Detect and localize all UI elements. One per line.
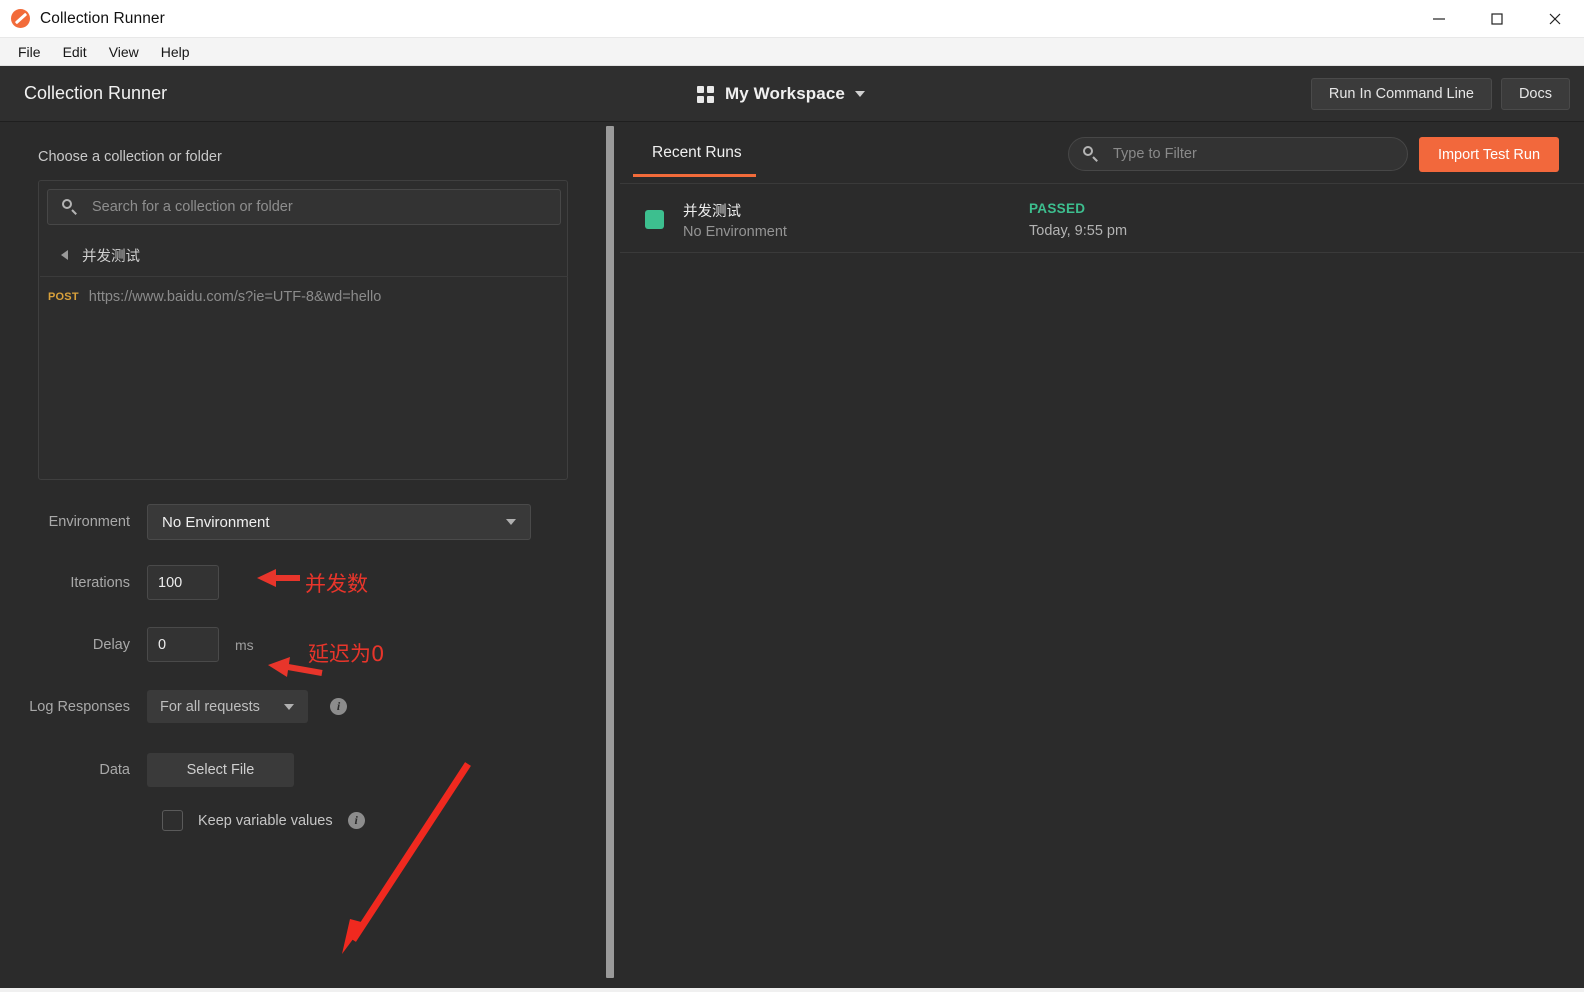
collection-search-field[interactable] (47, 189, 561, 225)
menubar: File Edit View Help (0, 38, 1584, 66)
log-responses-select[interactable]: For all requests (147, 690, 308, 723)
status-square-icon (645, 210, 664, 229)
info-icon[interactable]: i (347, 812, 365, 829)
log-responses-label: Log Responses (29, 698, 130, 715)
delay-label: Delay (92, 636, 130, 653)
info-icon[interactable]: i (330, 698, 347, 715)
run-in-command-line-button[interactable]: Run In Command Line (1310, 78, 1492, 110)
collection-runner-window: Collection Runner File Edit View Help Co… (0, 0, 1584, 992)
chevron-down-icon (506, 519, 516, 525)
chevron-down-icon (854, 91, 865, 97)
iterations-row: Iterations (0, 565, 219, 600)
environment-value: No Environment (162, 513, 270, 531)
import-test-run-button[interactable]: Import Test Run (1419, 137, 1559, 172)
filter-input[interactable] (1111, 145, 1385, 163)
run-environment: No Environment (683, 224, 787, 240)
page-title: Collection Runner (24, 83, 168, 103)
recent-run-row[interactable]: 并发测试 No Environment PASSED Today, 9:55 p… (620, 184, 1584, 253)
window-bottom-edge (0, 988, 1584, 992)
annotation-text-delay: 延迟为0 (308, 642, 385, 666)
status-badge: PASSED (1029, 201, 1086, 216)
window-controls (1410, 0, 1584, 38)
close-icon[interactable] (1526, 0, 1584, 38)
recent-runs-toolbar: Recent Runs Import Test Run (620, 122, 1584, 184)
window-titlebar: Collection Runner (0, 0, 1584, 38)
collection-name: 并发测试 (82, 248, 140, 265)
tab-active-indicator (633, 174, 756, 177)
delay-row: Delay ms (0, 627, 254, 662)
request-list-item[interactable]: POST https://www.baidu.com/s?ie=UTF-8&wd… (40, 277, 568, 317)
chevron-down-icon (284, 703, 294, 710)
postman-logo-icon (11, 9, 30, 28)
menu-item-edit[interactable]: Edit (53, 42, 97, 62)
menu-item-help[interactable]: Help (151, 42, 200, 62)
keep-variable-values-checkbox[interactable] (162, 810, 183, 831)
app-header: Collection Runner My Workspace Run In Co… (0, 66, 1584, 122)
data-label: Data (99, 762, 130, 778)
workspace-selector[interactable]: My Workspace (697, 80, 865, 108)
menu-item-view[interactable]: View (99, 42, 149, 62)
log-responses-value: For all requests (160, 698, 260, 715)
request-method-label: POST (48, 291, 79, 303)
header-actions: Run In Command Line Docs (1310, 78, 1570, 110)
run-timestamp: Today, 9:55 pm (1029, 223, 1128, 239)
window-title: Collection Runner (40, 9, 165, 27)
delay-unit-label: ms (235, 636, 254, 653)
keep-variable-values-row: Keep variable values i (0, 810, 365, 831)
delay-input[interactable] (147, 627, 219, 662)
runner-config-panel: Choose a collection or folder 并发测试 POST … (0, 122, 608, 988)
minimize-icon[interactable] (1410, 0, 1468, 38)
menu-item-file[interactable]: File (8, 42, 51, 62)
environment-label: Environment (48, 514, 130, 530)
docs-button[interactable]: Docs (1500, 78, 1570, 110)
run-name: 并发测试 (683, 204, 741, 220)
runs-filter-field[interactable] (1068, 137, 1408, 171)
search-input[interactable] (90, 198, 534, 216)
search-icon (62, 199, 78, 215)
data-row: Data Select File (0, 753, 294, 787)
search-icon (1083, 146, 1099, 162)
choose-collection-label: Choose a collection or folder (38, 149, 222, 165)
recent-runs-panel: Recent Runs Import Test Run 并发测试 No Envi… (620, 122, 1584, 988)
left-panel-scrollbar-thumb[interactable] (606, 126, 614, 978)
iterations-input[interactable] (147, 565, 219, 600)
grid-icon (697, 85, 714, 103)
log-responses-row: Log Responses For all requests i (0, 690, 347, 723)
annotation-text-iterations: 并发数 (305, 572, 368, 596)
keep-variable-values-label: Keep variable values (198, 812, 333, 829)
environment-select[interactable]: No Environment (147, 504, 531, 540)
collection-breadcrumb-row[interactable]: 并发测试 (40, 234, 568, 277)
request-url-label: https://www.baidu.com/s?ie=UTF-8&wd=hell… (88, 289, 382, 305)
iterations-label: Iterations (70, 574, 130, 591)
environment-row: Environment No Environment (0, 504, 531, 540)
select-file-button[interactable]: Select File (147, 753, 294, 787)
maximize-icon[interactable] (1468, 0, 1526, 38)
workspace-label: My Workspace (725, 84, 845, 103)
triangle-left-icon[interactable] (61, 250, 68, 260)
collection-chooser: 并发测试 POST https://www.baidu.com/s?ie=UTF… (38, 180, 568, 480)
